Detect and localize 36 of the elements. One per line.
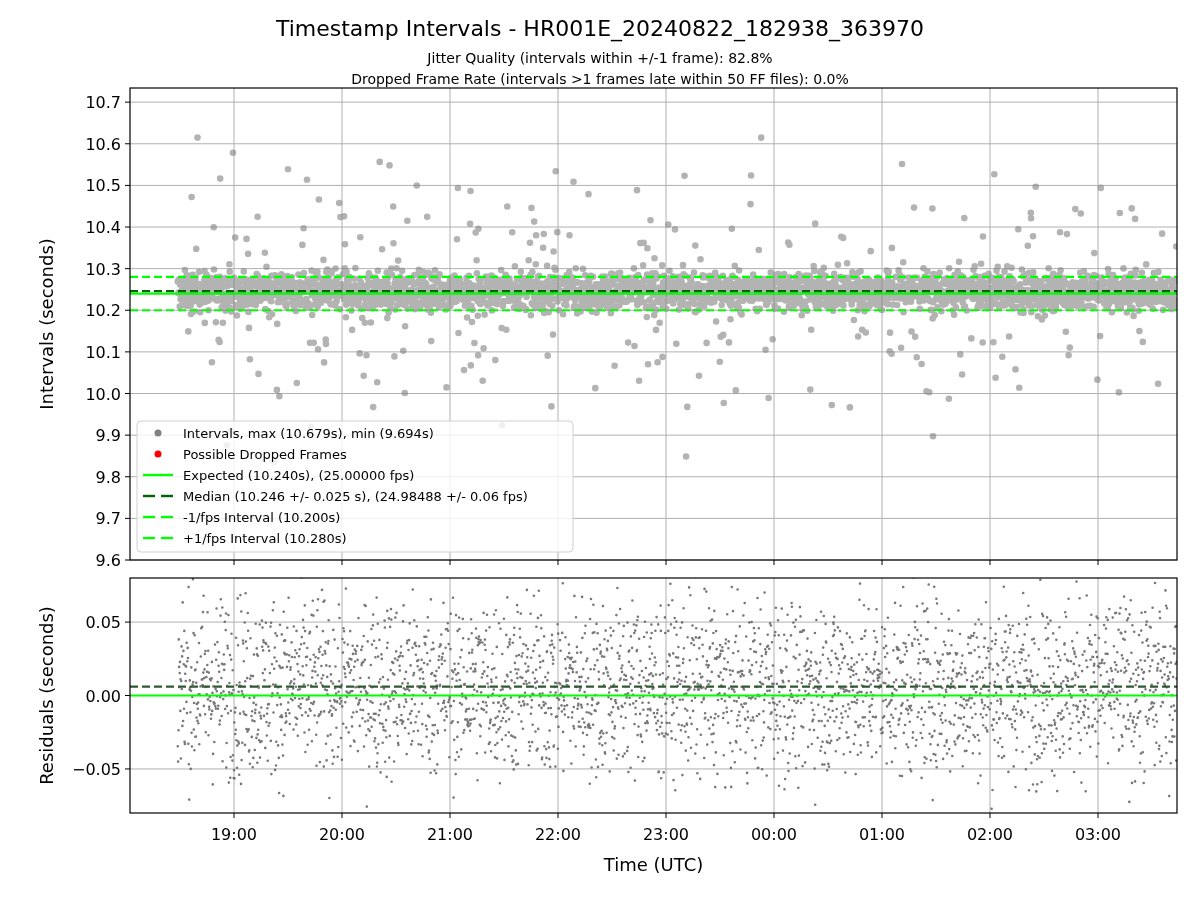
tick-label: 10.4	[85, 218, 121, 237]
tick-label: 20:00	[318, 825, 366, 844]
legend-label: Median (10.246 +/- 0.025 s), (24.98488 +/- 0.06 fps)	[183, 488, 528, 504]
tick-label: 03:00	[1074, 825, 1122, 844]
legend-label: +1/fps Interval (10.280s)	[183, 530, 347, 546]
tick-label: 9.7	[95, 509, 121, 529]
legend-label: -1/fps Interval (10.200s)	[183, 509, 341, 525]
axis-label: Time (UTC)	[603, 854, 704, 875]
legend-label: Intervals, max (10.679s), min (9.694s)	[183, 425, 434, 441]
tick-label: 10.1	[85, 342, 121, 362]
legend-label: Expected (10.240s), (25.00000 fps)	[183, 467, 415, 483]
tick-label: 22:00	[534, 825, 582, 844]
tick-label: 9.6	[95, 551, 121, 570]
tick-label: 9.8	[95, 467, 121, 487]
tick-label: 10.0	[85, 384, 121, 404]
axis-label: Residuals (seconds)	[36, 606, 57, 785]
tick-label: 01:00	[858, 825, 906, 844]
tick-label: 0.05	[85, 613, 121, 633]
tick-label: 19:00	[210, 825, 258, 844]
tick-label: −0.05	[71, 759, 121, 779]
tick-label: 10.6	[85, 134, 121, 154]
tick-label: 00:00	[750, 825, 798, 844]
tick-label: 10.7	[85, 93, 121, 113]
legend-label: Possible Dropped Frames	[183, 446, 347, 462]
tick-label: 21:00	[426, 825, 474, 844]
tick-label: 02:00	[966, 825, 1014, 844]
tick-label: 10.5	[85, 176, 121, 196]
tick-label: 10.3	[85, 259, 121, 279]
figure-subtitle: Dropped Frame Rate (intervals >1 frames late within 50 FF files): 0.0%	[351, 71, 849, 87]
tick-label: 10.2	[85, 301, 121, 321]
figure-title: Timestamp Intervals - HR001E_20240822_182938_363970	[275, 16, 925, 41]
tick-label: 0.00	[85, 686, 121, 706]
figure-subtitle: Jitter Quality (intervals within +/-1 frame): 82.8%	[427, 50, 773, 66]
tick-label: 9.9	[95, 426, 121, 446]
axis-label: Intervals (seconds)	[36, 238, 57, 410]
tick-label: 23:00	[642, 825, 690, 844]
